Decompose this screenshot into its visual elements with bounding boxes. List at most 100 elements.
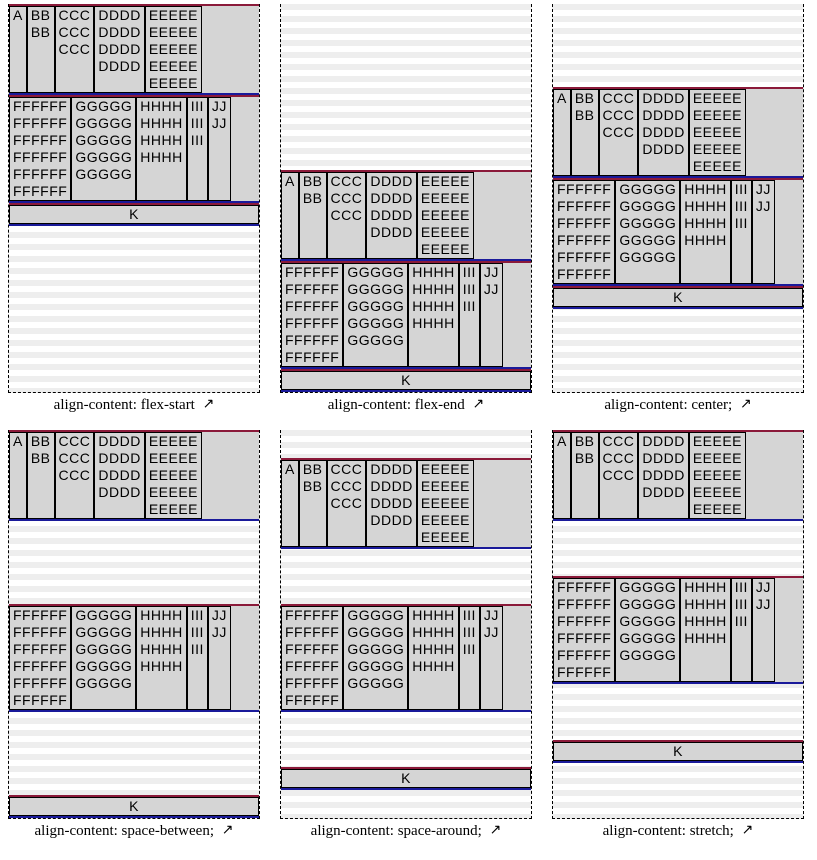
flex-item: BB BB [571,89,599,176]
flex-item: JJ JJ [480,263,503,367]
flex-line-1: A BB BB CCC CCC CCC DDDD DDDD DDDD DDDD … [281,458,531,549]
flex-item: A [281,172,299,259]
flex-item: K [9,797,259,816]
flex-item: FFFFFF FFFFFF FFFFFF FFFFFF FFFFFF FFFFF… [281,263,343,367]
flex-item: HHHH HHHH HHHH HHHH [136,606,186,710]
caption-arrow-icon: ↗ [490,822,502,839]
flex-container: A BB BB CCC CCC CCC DDDD DDDD DDDD DDDD … [552,4,804,393]
flex-item: III III III [187,606,208,710]
flex-line-1: A BB BB CCC CCC CCC DDDD DDDD DDDD DDDD … [553,87,803,178]
flex-item: CCC CCC CCC [599,89,639,176]
flex-item: DDDD DDDD DDDD DDDD [638,89,688,176]
flex-item: CCC CCC CCC [55,6,95,93]
flex-item: EEEEE EEEEE EEEEE EEEEE EEEEE [417,460,474,547]
example-flex-end: A BB BB CCC CCC CCC DDDD DDDD DDDD DDDD … [280,4,532,414]
flex-item: DDDD DDDD DDDD DDDD [94,432,144,519]
caption-arrow-icon: ↗ [473,396,485,413]
flex-line-1: A BB BB CCC CCC CCC DDDD DDDD DDDD DDDD … [553,430,803,521]
flex-line-2: FFFFFF FFFFFF FFFFFF FFFFFF FFFFFF FFFFF… [9,604,259,712]
flex-item: A [281,460,299,547]
flex-item: FFFFFF FFFFFF FFFFFF FFFFFF FFFFFF FFFFF… [9,97,71,201]
flex-item: GGGGG GGGGG GGGGG GGGGG GGGGG [343,606,408,710]
example-space-around: A BB BB CCC CCC CCC DDDD DDDD DDDD DDDD … [280,430,532,840]
flex-item: CCC CCC CCC [327,172,367,259]
flex-line-2: FFFFFF FFFFFF FFFFFF FFFFFF FFFFFF FFFFF… [281,261,531,369]
flex-line-1: A BB BB CCC CCC CCC DDDD DDDD DDDD DDDD … [9,430,259,521]
example-stretch: A BB BB CCC CCC CCC DDDD DDDD DDDD DDDD … [552,430,804,840]
flex-container: A BB BB CCC CCC CCC DDDD DDDD DDDD DDDD … [8,4,260,393]
caption-arrow-icon: ↗ [203,396,215,413]
flex-item: GGGGG GGGGG GGGGG GGGGG GGGGG [71,97,136,201]
flex-item: EEEEE EEEEE EEEEE EEEEE EEEEE [689,89,746,176]
flex-item: III III III [731,578,752,682]
flex-line-3: K [281,369,531,392]
flex-item: A [553,432,571,519]
flex-item: BB BB [299,460,327,547]
flex-item: HHHH HHHH HHHH HHHH [680,578,730,682]
flex-line-2: FFFFFF FFFFFF FFFFFF FFFFFF FFFFFF FFFFF… [553,178,803,286]
flex-line-1: A BB BB CCC CCC CCC DDDD DDDD DDDD DDDD … [281,170,531,261]
caption: align-content: flex-end ↗ [280,397,532,414]
flex-item: III III III [731,180,752,284]
flex-line-3: K [9,795,259,818]
flex-line-3: K [9,203,259,226]
flex-item: CCC CCC CCC [327,460,367,547]
flex-item: EEEEE EEEEE EEEEE EEEEE EEEEE [689,432,746,519]
flex-item: BB BB [27,432,55,519]
example-space-between: A BB BB CCC CCC CCC DDDD DDDD DDDD DDDD … [8,430,260,840]
flex-item: BB BB [299,172,327,259]
flex-item: DDDD DDDD DDDD DDDD [366,460,416,547]
flex-item: DDDD DDDD DDDD DDDD [366,172,416,259]
flex-item: GGGGG GGGGG GGGGG GGGGG GGGGG [343,263,408,367]
flex-item: III III III [459,606,480,710]
flex-item: CCC CCC CCC [55,432,95,519]
flex-item: A [553,89,571,176]
flex-item: GGGGG GGGGG GGGGG GGGGG GGGGG [615,180,680,284]
flex-item: FFFFFF FFFFFF FFFFFF FFFFFF FFFFFF FFFFF… [9,606,71,710]
flex-line-2: FFFFFF FFFFFF FFFFFF FFFFFF FFFFFF FFFFF… [553,576,803,684]
flex-line-2: FFFFFF FFFFFF FFFFFF FFFFFF FFFFFF FFFFF… [9,95,259,203]
flex-item: K [281,371,531,390]
caption-arrow-icon: ↗ [742,822,754,839]
flex-container: A BB BB CCC CCC CCC DDDD DDDD DDDD DDDD … [8,430,260,819]
flex-item: EEEEE EEEEE EEEEE EEEEE EEEEE [145,6,202,93]
flex-container: A BB BB CCC CCC CCC DDDD DDDD DDDD DDDD … [280,430,532,819]
flex-item: HHHH HHHH HHHH HHHH [408,606,458,710]
caption-text: align-content: flex-start [54,397,195,413]
caption: align-content: stretch; ↗ [552,823,804,840]
caption-arrow-icon: ↗ [740,396,752,413]
caption-text: align-content: space-between; [35,823,215,839]
example-center: A BB BB CCC CCC CCC DDDD DDDD DDDD DDDD … [552,4,804,414]
caption-arrow-icon: ↗ [222,822,234,839]
caption-text: align-content: center; [604,397,732,413]
flex-item: GGGGG GGGGG GGGGG GGGGG GGGGG [615,578,680,682]
flex-item: HHHH HHHH HHHH HHHH [408,263,458,367]
flex-line-2: FFFFFF FFFFFF FFFFFF FFFFFF FFFFFF FFFFF… [281,604,531,712]
flex-line-3: K [281,767,531,790]
flex-item: III III III [187,97,208,201]
caption-text: align-content: space-around; [311,823,482,839]
flex-item: JJ JJ [480,606,503,710]
flex-item: JJ JJ [208,606,231,710]
flex-item: K [9,205,259,224]
caption: align-content: flex-start ↗ [8,397,260,414]
flex-item: EEEEE EEEEE EEEEE EEEEE EEEEE [417,172,474,259]
flex-line-1: A BB BB CCC CCC CCC DDDD DDDD DDDD DDDD … [9,4,259,95]
flex-item: III III III [459,263,480,367]
flex-item: FFFFFF FFFFFF FFFFFF FFFFFF FFFFFF FFFFF… [281,606,343,710]
caption-text: align-content: stretch; [603,823,734,839]
flex-item: FFFFFF FFFFFF FFFFFF FFFFFF FFFFFF FFFFF… [553,578,615,682]
flex-item: JJ JJ [208,97,231,201]
flex-item: A [9,432,27,519]
flex-item: HHHH HHHH HHHH HHHH [680,180,730,284]
flex-item: A [9,6,27,93]
flex-item: GGGGG GGGGG GGGGG GGGGG GGGGG [71,606,136,710]
example-grid: A BB BB CCC CCC CCC DDDD DDDD DDDD DDDD … [8,4,817,840]
diagram-root: A BB BB CCC CCC CCC DDDD DDDD DDDD DDDD … [0,0,817,860]
flex-item: FFFFFF FFFFFF FFFFFF FFFFFF FFFFFF FFFFF… [553,180,615,284]
caption: align-content: center; ↗ [552,397,804,414]
example-flex-start: A BB BB CCC CCC CCC DDDD DDDD DDDD DDDD … [8,4,260,414]
flex-container: A BB BB CCC CCC CCC DDDD DDDD DDDD DDDD … [280,4,532,393]
flex-line-3: K [553,286,803,309]
flex-item: JJ JJ [752,180,775,284]
